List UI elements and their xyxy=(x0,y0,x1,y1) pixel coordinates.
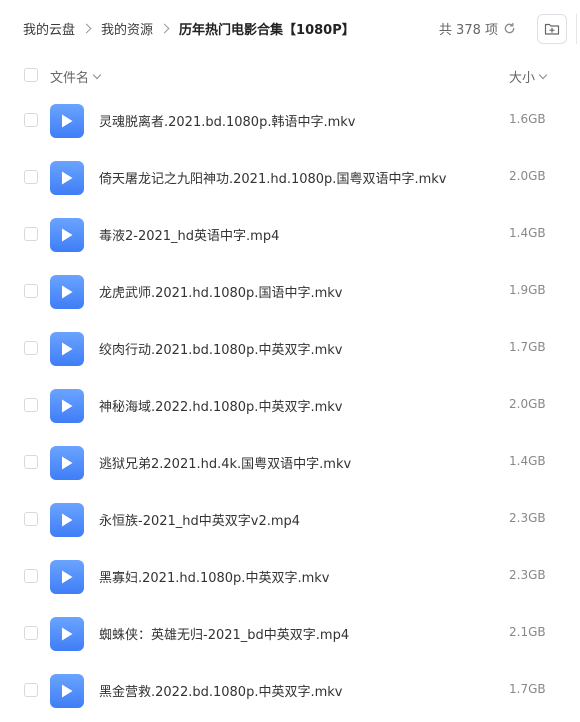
play-icon xyxy=(62,228,73,242)
file-row[interactable]: 蜘蛛侠：英雄无归-2021_bd中英双字.mp4 2.1GB xyxy=(0,605,580,662)
chevron-down-icon xyxy=(538,70,548,79)
file-name[interactable]: 蜘蛛侠：英雄无归-2021_bd中英双字.mp4 xyxy=(99,624,349,643)
play-icon xyxy=(62,171,73,185)
column-name-label: 文件名 xyxy=(50,71,90,86)
file-name[interactable]: 神秘海域.2022.hd.1080p.中英双字.mkv xyxy=(99,396,342,415)
file-row[interactable]: 逃狱兄弟2.2021.hd.4k.国粤双语中字.mkv 1.4GB xyxy=(0,434,580,491)
row-checkbox[interactable] xyxy=(24,284,38,298)
video-file-icon xyxy=(50,218,84,252)
play-icon xyxy=(62,114,73,128)
row-checkbox[interactable] xyxy=(24,227,38,241)
video-file-icon xyxy=(50,332,84,366)
file-row[interactable]: 黑金营救.2022.bd.1080p.中英双字.mkv 1.7GB xyxy=(0,662,580,719)
select-all-checkbox[interactable] xyxy=(24,68,38,82)
file-size: 2.0GB xyxy=(509,169,546,183)
file-row[interactable]: 龙虎武师.2021.hd.1080p.国语中字.mkv 1.9GB xyxy=(0,263,580,320)
breadcrumb-current: 历年热门电影合集【1080P】 xyxy=(179,23,355,38)
chevron-right-icon xyxy=(159,23,170,34)
file-size: 2.3GB xyxy=(509,568,546,582)
file-name[interactable]: 倚天屠龙记之九阳神功.2021.hd.1080p.国粤双语中字.mkv xyxy=(99,168,446,187)
file-row[interactable]: 神秘海域.2022.hd.1080p.中英双字.mkv 2.0GB xyxy=(0,377,580,434)
breadcrumb-my-resources[interactable]: 我的资源 xyxy=(101,19,153,38)
item-count-text: 共 378 项 xyxy=(438,23,498,38)
file-size: 2.3GB xyxy=(509,511,546,525)
header: 我的云盘 我的资源 历年热门电影合集【1080P】 共 378 项 xyxy=(0,0,580,58)
refresh-icon[interactable] xyxy=(503,22,516,35)
column-name-sort[interactable]: 文件名 xyxy=(50,67,102,86)
file-row[interactable]: 绞肉行动.2021.bd.1080p.中英双字.mkv 1.7GB xyxy=(0,320,580,377)
video-file-icon xyxy=(50,104,84,138)
video-file-icon xyxy=(50,446,84,480)
file-name[interactable]: 龙虎武师.2021.hd.1080p.国语中字.mkv xyxy=(99,282,342,301)
row-checkbox[interactable] xyxy=(24,398,38,412)
row-checkbox[interactable] xyxy=(24,683,38,697)
row-checkbox[interactable] xyxy=(24,512,38,526)
column-size-label: 大小 xyxy=(509,71,536,86)
file-row[interactable]: 灵魂脱离者.2021.bd.1080p.韩语中字.mkv 1.6GB xyxy=(0,92,580,149)
play-icon xyxy=(62,456,73,470)
play-icon xyxy=(62,285,73,299)
file-size: 1.7GB xyxy=(509,682,546,696)
play-icon xyxy=(62,684,73,698)
video-file-icon xyxy=(50,503,84,537)
new-folder-button[interactable] xyxy=(537,14,567,44)
file-size: 1.4GB xyxy=(509,454,546,468)
column-header: 文件名 大小 xyxy=(0,58,580,92)
play-icon xyxy=(62,627,73,641)
item-count: 共 378 项 xyxy=(439,19,516,38)
file-row[interactable]: 毒液2-2021_hd英语中字.mp4 1.4GB xyxy=(0,206,580,263)
chevron-down-icon xyxy=(92,70,102,79)
file-name[interactable]: 逃狱兄弟2.2021.hd.4k.国粤双语中字.mkv xyxy=(99,453,351,472)
file-name[interactable]: 灵魂脱离者.2021.bd.1080p.韩语中字.mkv xyxy=(99,111,355,130)
more-button-edge[interactable] xyxy=(576,14,580,44)
row-checkbox[interactable] xyxy=(24,113,38,127)
file-row[interactable]: 倚天屠龙记之九阳神功.2021.hd.1080p.国粤双语中字.mkv 2.0G… xyxy=(0,149,580,206)
file-size: 1.7GB xyxy=(509,340,546,354)
file-size: 2.1GB xyxy=(509,625,546,639)
file-row[interactable]: 黑寡妇.2021.hd.1080p.中英双字.mkv 2.3GB xyxy=(0,548,580,605)
breadcrumb-my-cloud[interactable]: 我的云盘 xyxy=(23,19,75,38)
row-checkbox[interactable] xyxy=(24,569,38,583)
folder-plus-icon xyxy=(544,23,560,35)
play-icon xyxy=(62,399,73,413)
breadcrumb: 我的云盘 我的资源 历年热门电影合集【1080P】 xyxy=(23,19,355,38)
play-icon xyxy=(62,342,73,356)
file-name[interactable]: 黑寡妇.2021.hd.1080p.中英双字.mkv xyxy=(99,567,329,586)
play-icon xyxy=(62,513,73,527)
file-name[interactable]: 永恒族-2021_hd中英双字v2.mp4 xyxy=(99,510,300,529)
file-size: 1.6GB xyxy=(509,112,546,126)
row-checkbox[interactable] xyxy=(24,455,38,469)
video-file-icon xyxy=(50,560,84,594)
video-file-icon xyxy=(50,275,84,309)
file-name[interactable]: 毒液2-2021_hd英语中字.mp4 xyxy=(99,225,279,244)
video-file-icon xyxy=(50,674,84,708)
file-size: 1.4GB xyxy=(509,226,546,240)
row-checkbox[interactable] xyxy=(24,626,38,640)
row-checkbox[interactable] xyxy=(24,170,38,184)
play-icon xyxy=(62,570,73,584)
file-size: 2.0GB xyxy=(509,397,546,411)
video-file-icon xyxy=(50,617,84,651)
chevron-right-icon xyxy=(81,23,92,34)
video-file-icon xyxy=(50,389,84,423)
file-name[interactable]: 绞肉行动.2021.bd.1080p.中英双字.mkv xyxy=(99,339,342,358)
column-size-sort[interactable]: 大小 xyxy=(509,67,548,86)
video-file-icon xyxy=(50,161,84,195)
file-row[interactable]: 永恒族-2021_hd中英双字v2.mp4 2.3GB xyxy=(0,491,580,548)
file-size: 1.9GB xyxy=(509,283,546,297)
row-checkbox[interactable] xyxy=(24,341,38,355)
file-name[interactable]: 黑金营救.2022.bd.1080p.中英双字.mkv xyxy=(99,681,342,700)
